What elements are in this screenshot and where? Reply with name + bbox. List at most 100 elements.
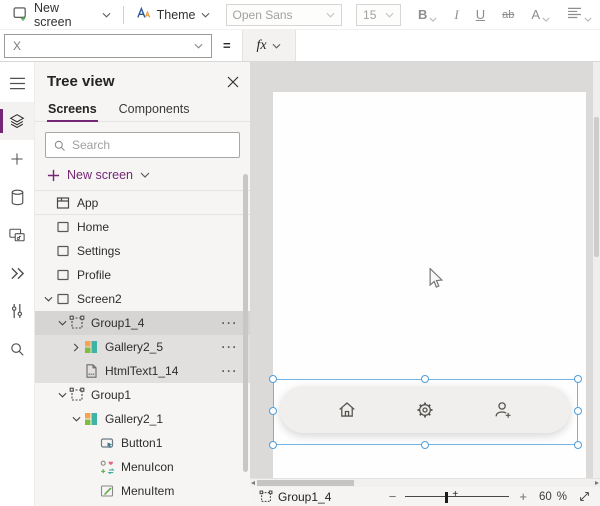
resize-handle[interactable] [420,441,429,449]
scrollbar-thumb[interactable] [594,117,599,257]
tree-view-icon [9,114,25,129]
new-screen-icon [12,5,29,25]
power-automate-rail-button[interactable] [0,254,34,292]
formula-input[interactable] [295,30,600,61]
resize-handle[interactable] [420,375,429,383]
data-rail-button[interactable] [0,178,34,216]
resize-handle[interactable] [269,375,277,383]
bold-button[interactable]: B [418,7,437,22]
underline-button[interactable]: U [476,7,485,22]
canvas-vertical-scrollbar[interactable] [593,62,600,478]
mouse-cursor [428,267,444,293]
property-select[interactable]: X [4,33,212,58]
chevron-down-icon[interactable] [69,416,83,422]
chevron-down-icon[interactable] [41,296,55,302]
close-panel-button[interactable] [227,75,239,93]
tree-item-label: Group1 [91,388,132,402]
screen-icon [55,267,71,283]
chevron-down-icon [326,12,335,18]
search-rail-button[interactable] [0,330,34,368]
percent-sign: % [556,490,567,503]
group-icon [69,387,85,403]
chevron-down-icon[interactable] [55,320,69,326]
theme-button[interactable]: Theme [132,4,214,25]
advanced-tools-rail-button[interactable] [0,292,34,330]
gallery-icon [83,411,99,427]
chevron-down-icon [385,12,394,18]
top-toolbar: New screen Theme Open Sans 15 B I U ab A [0,0,600,30]
chevron-down-icon[interactable] [55,392,69,398]
new-screen-tree-button[interactable]: New screen [35,165,250,190]
media-rail-button[interactable] [0,216,34,254]
zoom-in-button[interactable]: + [519,489,527,504]
scrollbar-thumb[interactable] [257,480,354,486]
tree-view-panel: Tree view Screens Components New screen A… [35,62,250,506]
tree-item-label: Home [77,220,110,234]
italic-button[interactable]: I [454,7,458,23]
add-person-icon[interactable] [492,399,514,421]
hamburger-menu-button[interactable] [0,64,34,102]
align-lines-icon [567,7,582,22]
resize-handle[interactable] [574,375,582,383]
tree-view-rail-button[interactable] [0,102,34,140]
resize-handle[interactable] [574,441,582,449]
resize-handle[interactable] [574,407,582,415]
tree-item-home[interactable]: Home [35,215,250,239]
settings-gear-icon[interactable] [414,399,436,421]
canvas-area[interactable] [250,62,600,478]
tree-item-gallery2_5[interactable]: Gallery2_5 ··· [35,335,250,359]
formula-bar: X = fx [0,30,600,62]
new-screen-button[interactable]: New screen [8,0,115,31]
theme-icon [136,6,152,23]
scroll-left-arrow[interactable] [251,481,255,485]
search-icon [11,343,24,356]
font-color-button[interactable]: A [531,7,550,22]
tree-view-tabs: Screens Components [35,97,250,122]
tree-item-group1[interactable]: Group1 [35,383,250,407]
resize-handle[interactable] [269,441,277,449]
theme-label: Theme [156,7,196,22]
tree-scrollbar-thumb[interactable] [243,174,248,472]
new-screen-tree-label: New screen [67,168,133,182]
plus-icon [47,169,60,181]
tree-item-label: Gallery2_1 [105,412,164,426]
tree-item-settings[interactable]: Settings [35,239,250,263]
canvas-horizontal-scrollbar[interactable] [250,478,600,487]
insert-rail-button[interactable] [0,140,34,178]
fx-dropdown-button[interactable]: fx [241,30,296,61]
hamburger-icon [9,77,25,89]
font-size-select[interactable]: 15 [356,3,401,26]
tree-item-button1[interactable]: Button1 [35,431,250,455]
tree-item-htmltext1_14[interactable]: HtmlText1_14 ··· [35,359,250,383]
tree-item-app[interactable]: App [35,191,250,215]
strikethrough-button[interactable]: ab [502,9,514,21]
group-icon [259,490,273,502]
button-icon [99,435,115,451]
media-icon [9,228,25,242]
tree-search-box[interactable] [45,132,240,158]
font-family-select[interactable]: Open Sans [225,3,343,26]
zoom-out-button[interactable]: − [389,489,397,504]
chevron-down-icon [194,43,203,49]
selected-group-outline[interactable] [269,375,582,449]
tree-item-label: Button1 [121,436,163,450]
tree-item-menuicon[interactable]: MenuIcon [35,455,250,479]
navigation-bar-group[interactable] [280,386,570,433]
fit-to-window-button[interactable] [578,490,591,503]
zoom-slider[interactable] [405,489,510,504]
home-icon[interactable] [336,399,358,421]
tree-search-input[interactable] [72,138,232,152]
tab-screens[interactable]: Screens [47,97,98,122]
tree-item-menuitem[interactable]: MenuItem [35,479,250,503]
tree-item-group1_4[interactable]: Group1_4 ··· [35,311,250,335]
screen-icon [55,291,71,307]
zoom-slider-thumb[interactable] [445,491,449,503]
tree-item-gallery2_1[interactable]: Gallery2_1 [35,407,250,431]
scroll-right-arrow[interactable] [595,481,599,485]
tree-item-screen2[interactable]: Screen2 [35,287,250,311]
tab-components[interactable]: Components [118,97,191,121]
text-align-button[interactable] [567,7,592,22]
tree-item-profile[interactable]: Profile [35,263,250,287]
resize-handle[interactable] [269,407,277,415]
chevron-right-icon[interactable] [69,343,83,352]
